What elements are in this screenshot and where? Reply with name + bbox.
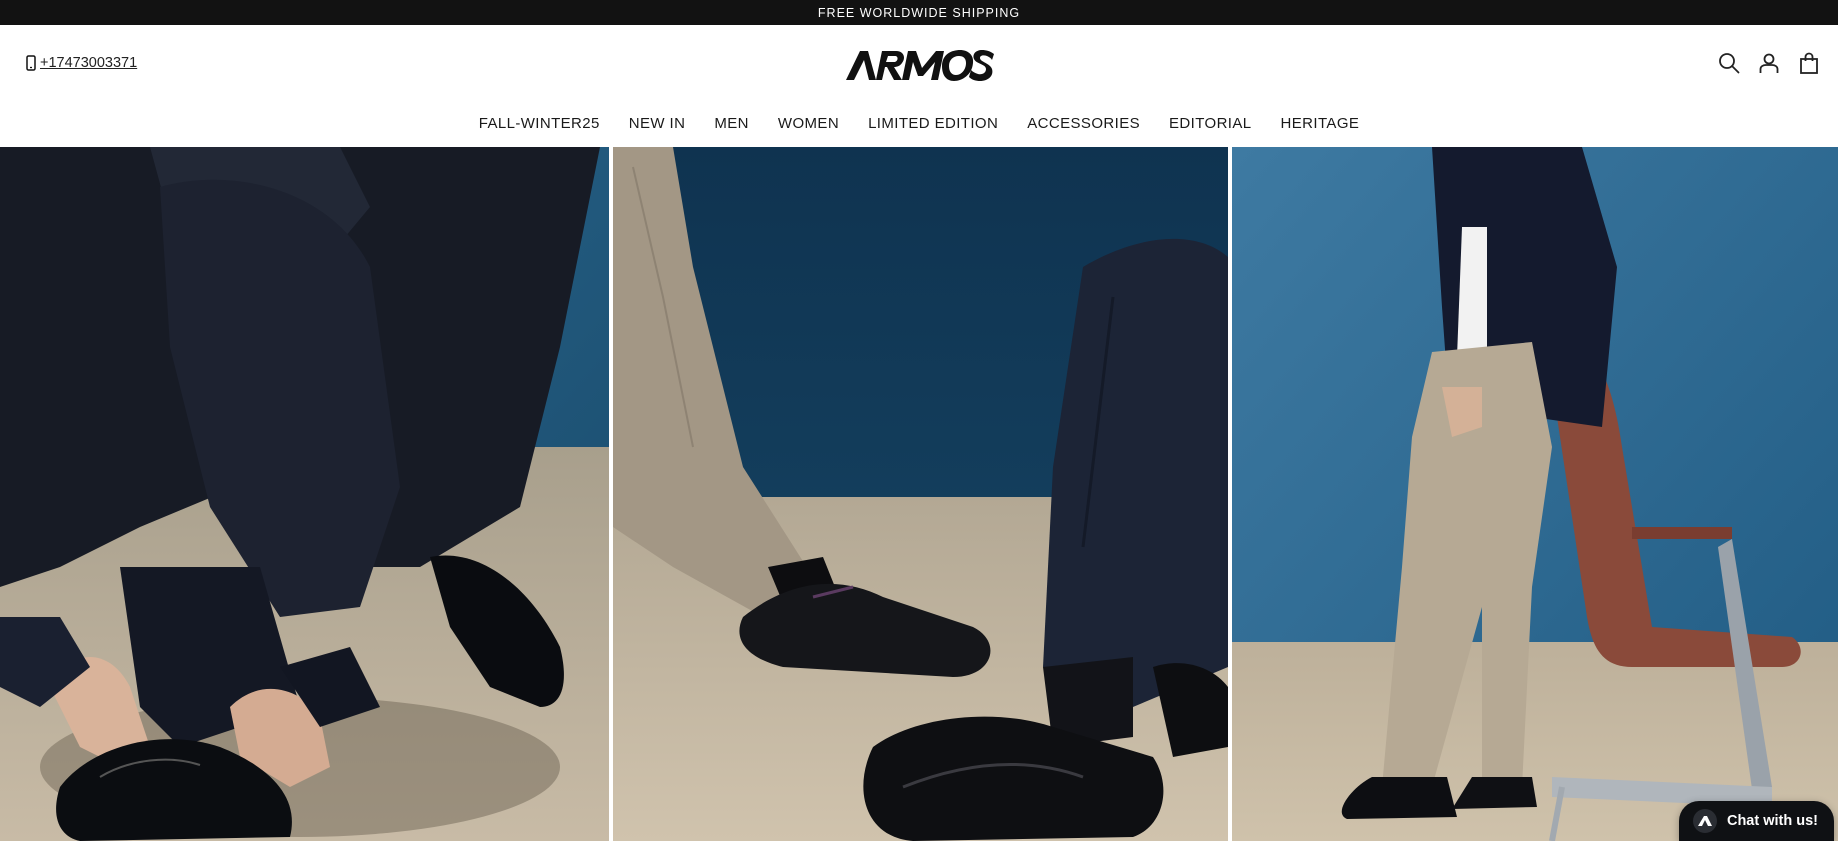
announcement-text: FREE WORLDWIDE SHIPPING	[817, 5, 1021, 20]
nav-item-limited-edition[interactable]: LIMITED EDITION	[854, 113, 1013, 135]
header-icons	[1716, 50, 1822, 76]
hero-photo-1	[0, 147, 609, 841]
main-navigation: FALL-WINTER25 NEW IN MEN WOMEN LIMITED E…	[0, 113, 1838, 135]
phone-number: +17473003371	[40, 55, 138, 71]
hero-image-crossed-legs[interactable]	[613, 147, 1228, 841]
nav-item-women[interactable]: WOMEN	[763, 113, 853, 135]
brand-logo[interactable]	[846, 48, 996, 82]
hero-image-chair[interactable]	[1232, 147, 1838, 841]
announcement-bar: FREE WORLDWIDE SHIPPING	[0, 0, 1838, 25]
chat-logo-icon	[1692, 809, 1717, 833]
cart-button[interactable]	[1796, 50, 1822, 76]
account-icon	[1759, 53, 1779, 73]
chat-label: Chat with us!	[1726, 813, 1818, 829]
account-button[interactable]	[1756, 50, 1782, 76]
hero-photo-2	[613, 147, 1228, 841]
site-header: +17473003371 FALL-WINTER25 NEW IN MEN WO…	[0, 25, 1838, 147]
hero-photo-3	[1232, 147, 1838, 841]
hero-image-tying-shoes[interactable]	[0, 147, 609, 841]
search-button[interactable]	[1716, 50, 1742, 76]
chat-button[interactable]: Chat with us!	[1678, 801, 1834, 841]
hero-banner	[0, 147, 1838, 841]
nav-item-new-in[interactable]: NEW IN	[614, 113, 700, 135]
search-icon	[1719, 53, 1740, 74]
nav-item-heritage[interactable]: HERITAGE	[1266, 113, 1374, 135]
nav-item-editorial[interactable]: EDITORIAL	[1155, 113, 1267, 135]
nav-item-fall-winter25[interactable]: FALL-WINTER25	[464, 113, 614, 135]
cart-icon	[1800, 52, 1818, 74]
phone-icon	[26, 55, 36, 71]
nav-item-men[interactable]: MEN	[700, 113, 764, 135]
phone-link[interactable]: +17473003371	[25, 53, 137, 73]
nav-item-accessories[interactable]: ACCESSORIES	[1013, 113, 1155, 135]
